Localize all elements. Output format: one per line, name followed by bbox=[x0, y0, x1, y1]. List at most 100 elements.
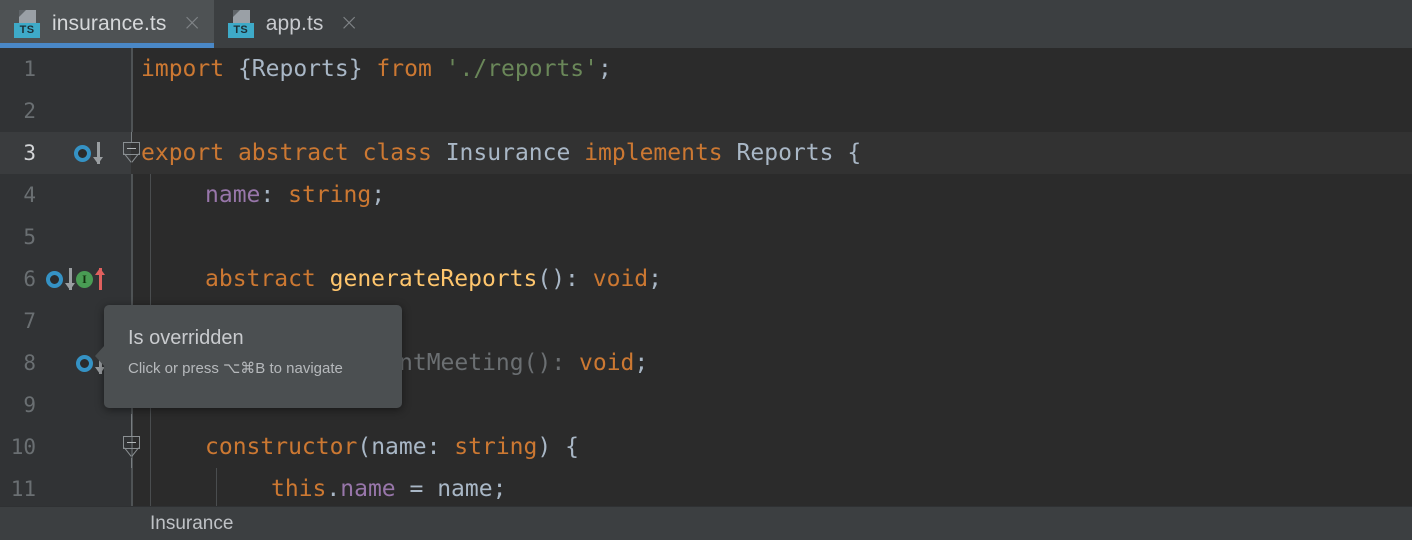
fold-minus-icon[interactable] bbox=[122, 414, 141, 468]
token-operator: = bbox=[395, 476, 438, 502]
line-number: 6 bbox=[23, 267, 36, 291]
code-line-current[interactable]: 3 export abstract class Insurance implem… bbox=[0, 132, 1412, 174]
token-type: void bbox=[592, 266, 649, 292]
line-number: 4 bbox=[23, 183, 36, 207]
line-content: import {Reports} from './reports'; bbox=[141, 48, 612, 90]
line-number: 3 bbox=[23, 141, 36, 165]
breadcrumb-bar: Insurance bbox=[0, 506, 1412, 540]
line-content: abstract generateReports(): void; bbox=[205, 258, 662, 300]
token-punctuation: ; bbox=[648, 266, 662, 292]
close-icon[interactable]: × bbox=[182, 11, 201, 37]
line-content: constructor(name: string) { bbox=[205, 426, 579, 468]
implemented-marker[interactable] bbox=[46, 258, 76, 300]
line-number: 10 bbox=[10, 435, 36, 459]
implemented-circle-icon bbox=[46, 270, 63, 288]
token-punctuation: ; bbox=[598, 56, 612, 82]
code-line[interactable]: 2 bbox=[0, 90, 1412, 132]
token-punctuation: ( bbox=[357, 434, 372, 460]
down-arrow-icon bbox=[92, 142, 104, 164]
code-line[interactable]: 1 import {Reports} from './reports'; bbox=[0, 48, 1412, 90]
indent-guide bbox=[150, 426, 151, 468]
line-content: export abstract class Insurance implemen… bbox=[141, 132, 861, 174]
down-arrow-icon bbox=[64, 268, 76, 290]
tab-label: insurance.ts bbox=[52, 12, 167, 35]
code-editor[interactable]: 1 import {Reports} from './reports'; 2 3 bbox=[0, 48, 1412, 506]
token-parameter: name bbox=[371, 434, 427, 460]
line-number: 1 bbox=[23, 57, 36, 81]
token-identifier: {Reports} bbox=[224, 56, 377, 82]
token-keyword: implements bbox=[584, 140, 723, 166]
breadcrumb-item-insurance[interactable]: Insurance bbox=[150, 513, 233, 535]
token-function: generateReports bbox=[329, 266, 538, 292]
code-line[interactable]: 5 bbox=[0, 216, 1412, 258]
token-punctuation: (): bbox=[537, 266, 593, 292]
line-number: 8 bbox=[23, 351, 36, 375]
tooltip-title: Is overridden bbox=[128, 327, 244, 349]
token-field: name bbox=[340, 476, 396, 502]
token-keyword: export bbox=[141, 140, 225, 166]
token-class-name: Insurance bbox=[445, 140, 571, 166]
indent-guide bbox=[216, 468, 217, 506]
token-identifier: ntMeeting(): bbox=[399, 350, 580, 376]
typescript-file-icon: TS bbox=[14, 9, 40, 39]
token-punctuation: ; bbox=[634, 350, 649, 376]
tab-app-ts[interactable]: TS app.ts × bbox=[214, 0, 371, 48]
line-number: 2 bbox=[23, 99, 36, 123]
overridden-marker[interactable]: I bbox=[76, 258, 106, 300]
indent-guide bbox=[150, 258, 151, 300]
tooltip-subtitle: Click or press ⌥⌘B to navigate bbox=[128, 360, 343, 377]
token-punctuation: ; bbox=[492, 476, 507, 502]
editor-tab-bar: TS insurance.ts × TS app.ts × bbox=[0, 0, 1412, 48]
code-line[interactable]: 4 name: string; bbox=[0, 174, 1412, 216]
token-punctuation: : bbox=[426, 434, 455, 460]
token-type: string bbox=[454, 434, 538, 460]
token-keyword: import bbox=[141, 56, 225, 82]
token-field: name bbox=[205, 182, 261, 208]
token-string: './reports' bbox=[445, 56, 598, 82]
indent-guide bbox=[150, 174, 151, 216]
line-content: this.name = name; bbox=[271, 468, 506, 506]
token-punctuation: ; bbox=[371, 182, 386, 208]
line-content: name: string; bbox=[205, 174, 385, 216]
ts-badge-label: TS bbox=[14, 23, 40, 38]
token-keyword: abstract bbox=[205, 266, 316, 292]
ide-editor-window: TS insurance.ts × TS app.ts × 1 import {… bbox=[0, 0, 1412, 540]
implemented-marker[interactable] bbox=[74, 132, 104, 174]
line-number: 11 bbox=[10, 477, 36, 501]
close-icon[interactable]: × bbox=[340, 11, 359, 37]
token-punctuation: { bbox=[833, 140, 862, 166]
token-keyword: this bbox=[271, 476, 327, 502]
token-type: void bbox=[579, 350, 635, 376]
ts-badge-label: TS bbox=[227, 23, 254, 38]
line-content: ntMeeting(): void; bbox=[399, 342, 648, 384]
code-line[interactable]: 11 this.name = name; bbox=[0, 468, 1412, 506]
code-line[interactable]: 6 I abstract generateReports(): void; bbox=[0, 258, 1412, 300]
token-interface-name: Reports bbox=[736, 140, 834, 166]
token-keyword: abstract bbox=[237, 140, 349, 166]
up-arrow-icon bbox=[94, 268, 106, 290]
fold-minus-icon[interactable] bbox=[122, 132, 141, 174]
token-type: string bbox=[288, 182, 372, 208]
token-keyword: constructor bbox=[205, 434, 358, 460]
token-keyword: class bbox=[362, 140, 432, 166]
implemented-circle-icon bbox=[76, 354, 93, 372]
line-number: 7 bbox=[23, 309, 36, 333]
tab-label: app.ts bbox=[265, 12, 324, 35]
line-number: 9 bbox=[23, 393, 36, 417]
overridden-circle-icon: I bbox=[76, 270, 93, 288]
tab-insurance-ts[interactable]: TS insurance.ts × bbox=[0, 0, 214, 48]
typescript-file-icon: TS bbox=[227, 9, 254, 39]
gutter-tooltip[interactable]: Is overridden Click or press ⌥⌘B to navi… bbox=[95, 305, 402, 408]
line-number: 5 bbox=[23, 225, 36, 249]
token-punctuation: : bbox=[260, 182, 289, 208]
token-keyword: from bbox=[376, 56, 432, 82]
token-identifier: name bbox=[437, 476, 493, 502]
indent-guide bbox=[150, 216, 151, 258]
token-punctuation: ) { bbox=[537, 434, 579, 460]
code-line[interactable]: 10 constructor(name: string) { bbox=[0, 414, 1412, 468]
